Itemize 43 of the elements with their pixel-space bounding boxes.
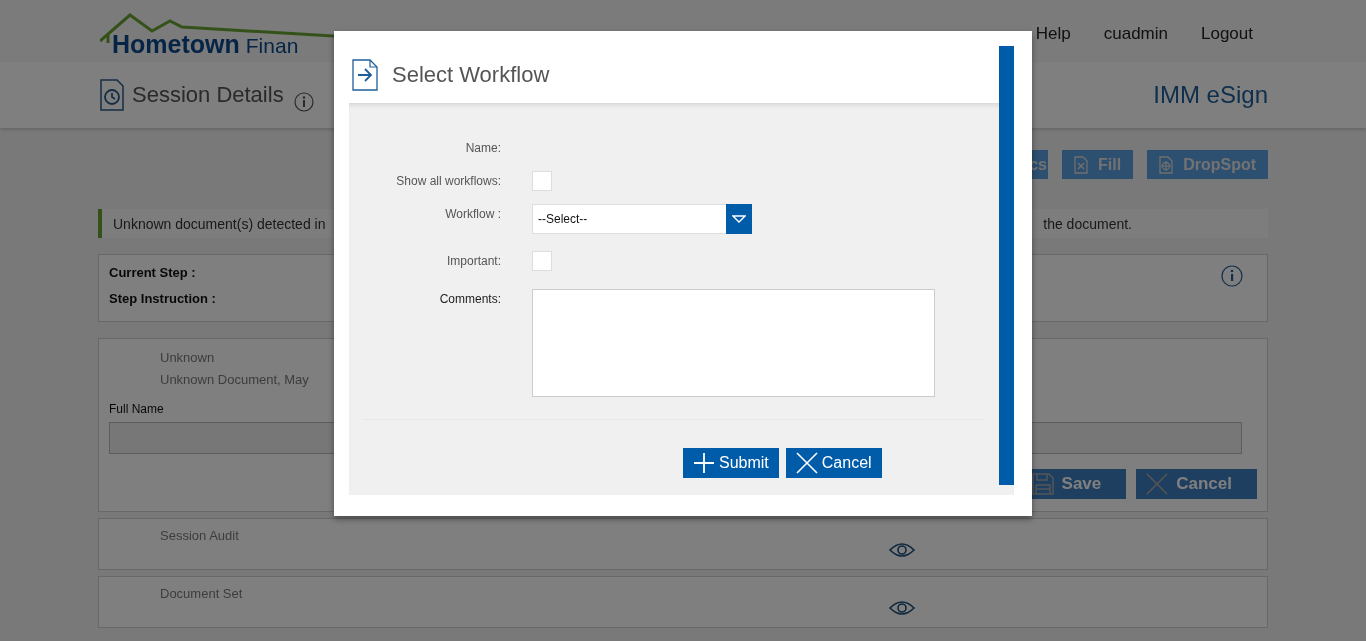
alert-message: Unknown document(s) detected in (113, 215, 326, 232)
field-label: Show all workflows: (395, 173, 501, 188)
close-icon (795, 452, 818, 474)
caret-down-icon (732, 215, 746, 223)
field-label: Workflow : (444, 206, 501, 221)
page-title: Session Details (132, 82, 284, 108)
comments-field[interactable] (532, 289, 935, 397)
document-arrow-icon (352, 58, 378, 91)
dialog-button[interactable]: Submit (683, 448, 779, 478)
dialog-title: Select Workflow (392, 61, 550, 88)
eye-icon[interactable] (889, 600, 915, 616)
document-x-icon (1074, 155, 1088, 174)
document-description: Unknown Document, May (160, 371, 309, 389)
document-crosshair-icon (1159, 155, 1174, 174)
alert-message: the document. (1043, 215, 1132, 232)
nav-link[interactable]: cuadmin (1103, 24, 1168, 44)
step-label: Current Step : (109, 265, 197, 280)
document-history-icon (100, 79, 124, 111)
step-label: Step Instruction : (109, 291, 216, 306)
logo-suffix: Finan (245, 34, 299, 57)
logo-name: Hometown (112, 30, 240, 58)
document-title: Unknown (160, 349, 215, 367)
field-label: Comments: (438, 291, 501, 306)
dialog-button[interactable]: Cancel (785, 448, 882, 478)
section-title: Session Audit (160, 528, 239, 543)
checkbox[interactable] (532, 171, 552, 191)
close-icon (1146, 473, 1169, 495)
field-label: Full Name (109, 402, 164, 416)
nav-link[interactable]: Logout (1201, 24, 1253, 44)
nav-link[interactable]: Help (1035, 24, 1071, 44)
action-button[interactable]: Cancel (1136, 469, 1257, 499)
select-field[interactable]: --Select-- (532, 204, 752, 234)
info-icon[interactable] (1221, 265, 1243, 287)
section-title: Document Set (160, 586, 243, 601)
scrollbar[interactable] (999, 46, 1014, 485)
product-name: IMM eSign (1153, 81, 1268, 109)
field-label: Name: (464, 140, 501, 155)
eye-icon[interactable] (889, 542, 915, 558)
save-icon (1031, 473, 1054, 495)
field-label: Important: (445, 253, 501, 268)
checkbox[interactable] (532, 251, 552, 271)
info-icon[interactable] (293, 92, 314, 112)
plus-icon (693, 452, 715, 474)
